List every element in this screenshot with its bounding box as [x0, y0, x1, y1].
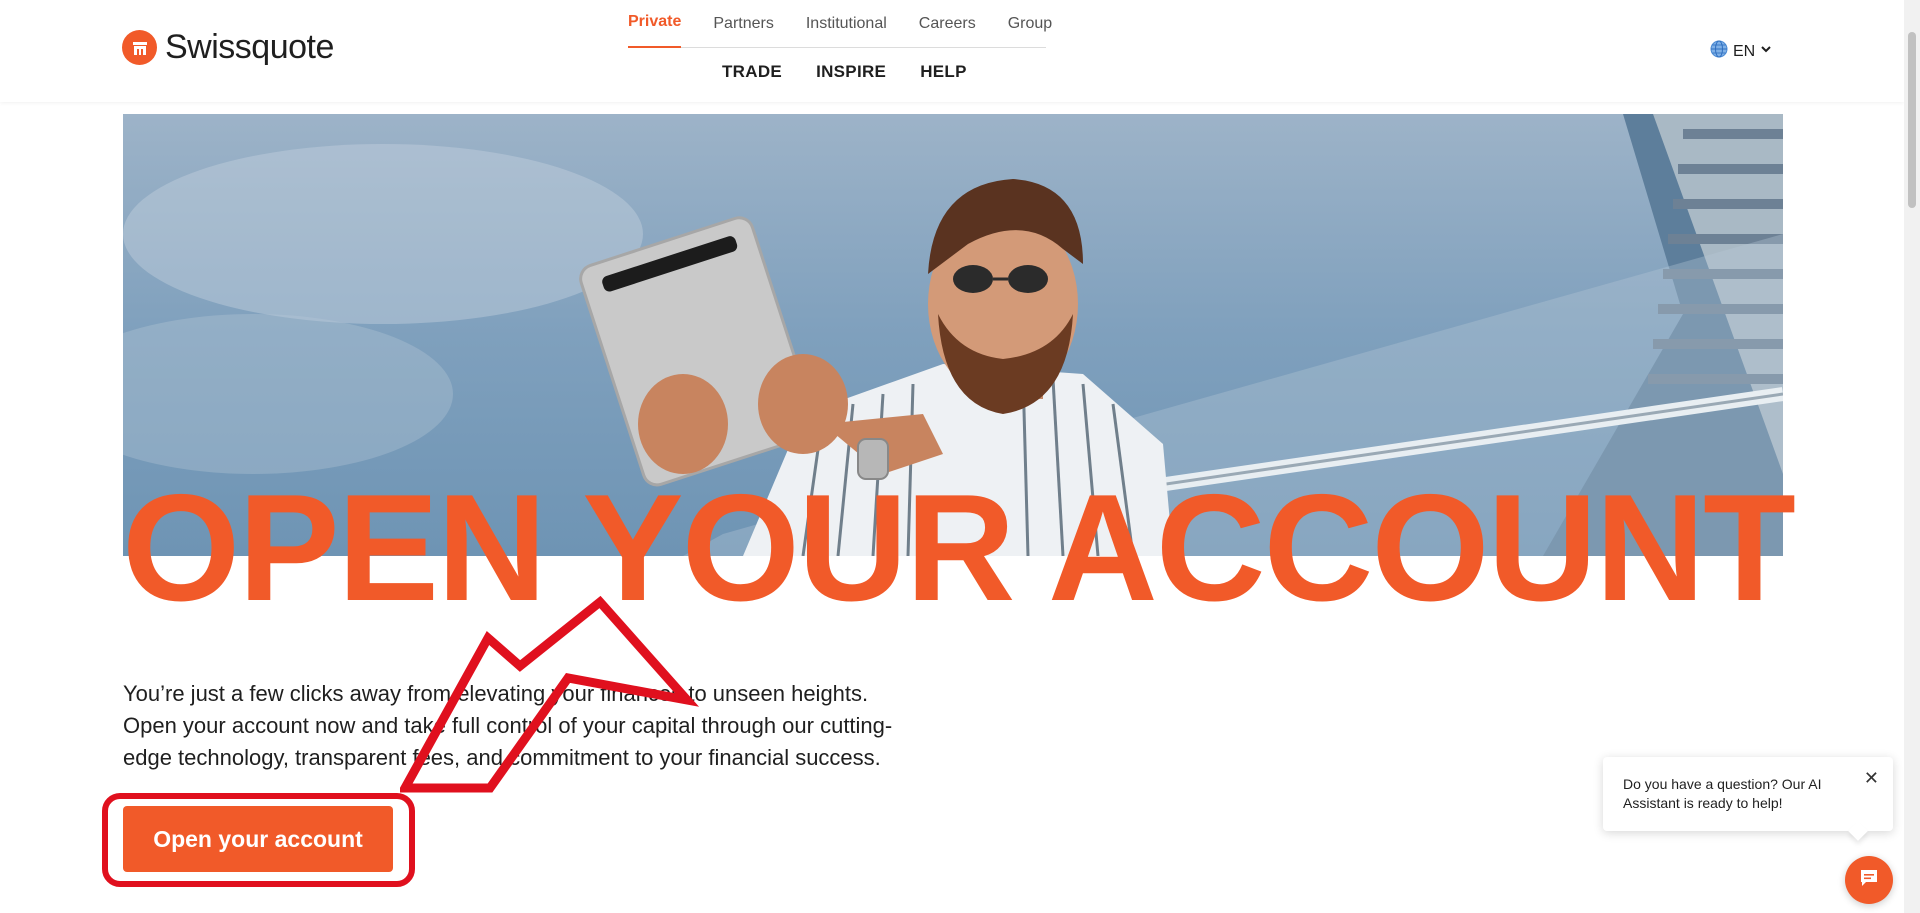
open-account-button[interactable]: Open your account: [123, 806, 393, 872]
main-nav: TRADE INSPIRE HELP: [722, 62, 967, 82]
hero-intro-text: You’re just a few clicks away from eleva…: [123, 681, 893, 770]
page-scrollbar[interactable]: [1904, 0, 1920, 913]
globe-icon: [1709, 39, 1729, 64]
nav-trade[interactable]: TRADE: [722, 62, 782, 82]
tab-careers[interactable]: Careers: [919, 0, 976, 48]
nav-inspire[interactable]: INSPIRE: [816, 62, 886, 82]
chevron-down-icon: [1759, 42, 1773, 61]
tab-group[interactable]: Group: [1008, 0, 1052, 48]
logo-wordmark: Swissquote: [165, 28, 334, 66]
chat-launcher-button[interactable]: [1845, 856, 1893, 904]
chat-prompt-text: Do you have a question? Our AI Assistant…: [1623, 776, 1822, 811]
language-code: EN: [1733, 42, 1756, 60]
scrollbar-thumb[interactable]: [1908, 32, 1916, 208]
site-header: Swissquote Private Partners Institutiona…: [0, 0, 1904, 102]
swissquote-logo-icon: [122, 30, 157, 65]
tab-partners[interactable]: Partners: [713, 0, 773, 48]
hero-title: OPEN YOUR ACCOUNT: [122, 463, 1796, 633]
tab-private[interactable]: Private: [628, 0, 682, 48]
tab-institutional[interactable]: Institutional: [806, 0, 887, 48]
close-icon[interactable]: ✕: [1864, 769, 1879, 787]
audience-tabs: Private Partners Institutional Careers G…: [628, 0, 1052, 48]
chat-icon: [1858, 867, 1880, 894]
nav-help[interactable]: HELP: [920, 62, 967, 82]
chat-prompt-bubble: Do you have a question? Our AI Assistant…: [1603, 757, 1893, 831]
swissquote-logo[interactable]: Swissquote: [122, 28, 334, 67]
language-selector[interactable]: EN: [1709, 39, 1773, 64]
